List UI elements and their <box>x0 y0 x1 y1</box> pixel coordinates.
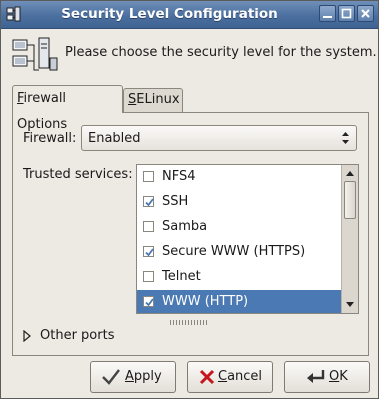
cancel-button[interactable]: Cancel <box>187 361 273 393</box>
cancel-label: Cancel <box>218 369 263 384</box>
trusted-services-list[interactable]: NFS4 SSH Samba Secure WWW (HTTPS) Telnet WWW … <box>136 164 359 314</box>
checkbox-checked[interactable] <box>143 296 154 307</box>
check-icon <box>145 248 154 257</box>
list-item[interactable]: Secure WWW (HTTPS) <box>137 240 358 265</box>
checkbox[interactable] <box>143 221 154 232</box>
checkmark-icon <box>102 369 120 385</box>
scroll-up-icon[interactable] <box>345 169 355 177</box>
minimize-icon <box>323 16 332 18</box>
tab-firewall-options[interactable]: Firewall Options <box>12 85 123 132</box>
checkbox-checked[interactable] <box>143 246 154 257</box>
service-label: Telnet <box>162 269 201 284</box>
security-level-window: Security Level Configuration Please choo… <box>0 0 379 399</box>
scrollbar[interactable] <box>341 165 358 313</box>
security-icon[interactable] <box>6 6 22 22</box>
computer-network-icon <box>12 37 58 71</box>
apply-button[interactable]: Apply <box>90 361 176 393</box>
service-label: Samba <box>162 219 208 234</box>
enter-arrow-icon <box>307 370 325 383</box>
close-button[interactable] <box>357 5 374 22</box>
expander-arrow-icon <box>23 330 31 342</box>
service-label: NFS4 <box>162 169 196 184</box>
list-item[interactable]: WWW (HTTP) <box>137 290 358 313</box>
service-label: WWW (HTTP) <box>162 294 249 309</box>
list-item[interactable]: SSH <box>137 190 358 215</box>
list-item[interactable]: Samba <box>137 215 358 240</box>
title-bar[interactable]: Security Level Configuration <box>1 1 378 29</box>
tab-selinux-label: SELinux <box>128 92 180 107</box>
trusted-services-rows: NFS4 SSH Samba Secure WWW (HTTPS) Telnet WWW … <box>137 165 358 313</box>
service-label: Secure WWW (HTTPS) <box>162 244 306 259</box>
checkbox[interactable] <box>143 171 154 182</box>
scroll-down-icon[interactable] <box>345 301 355 309</box>
maximize-icon <box>341 8 352 19</box>
check-icon <box>145 298 154 307</box>
header-message: Please choose the security level for the… <box>65 45 377 60</box>
service-label: SSH <box>162 194 189 209</box>
window-title: Security Level Configuration <box>61 6 278 22</box>
check-icon <box>145 198 154 207</box>
red-x-icon <box>199 369 215 385</box>
checkbox-checked[interactable] <box>143 196 154 207</box>
apply-label: Apply <box>125 369 162 384</box>
maximize-button[interactable] <box>338 5 355 22</box>
firewall-combo[interactable]: Enabled <box>81 125 357 151</box>
checkbox[interactable] <box>143 271 154 282</box>
other-ports-label: Other ports <box>40 328 115 343</box>
ok-button[interactable]: OK <box>284 361 370 393</box>
firewall-value: Enabled <box>88 131 141 146</box>
resize-grip-icon[interactable] <box>170 320 210 325</box>
tab-selinux[interactable]: SELinux <box>123 88 183 112</box>
close-icon <box>361 9 370 18</box>
list-item[interactable]: NFS4 <box>137 165 358 190</box>
scrollbar-thumb[interactable] <box>344 181 356 219</box>
up-down-arrows-icon <box>342 132 349 144</box>
minimize-button[interactable] <box>319 5 336 22</box>
list-item[interactable]: Telnet <box>137 265 358 290</box>
tab-firewall-options-label: Firewall Options <box>17 91 68 132</box>
ok-label: OK <box>329 369 348 384</box>
trusted-services-label: Trusted services: <box>23 167 133 182</box>
